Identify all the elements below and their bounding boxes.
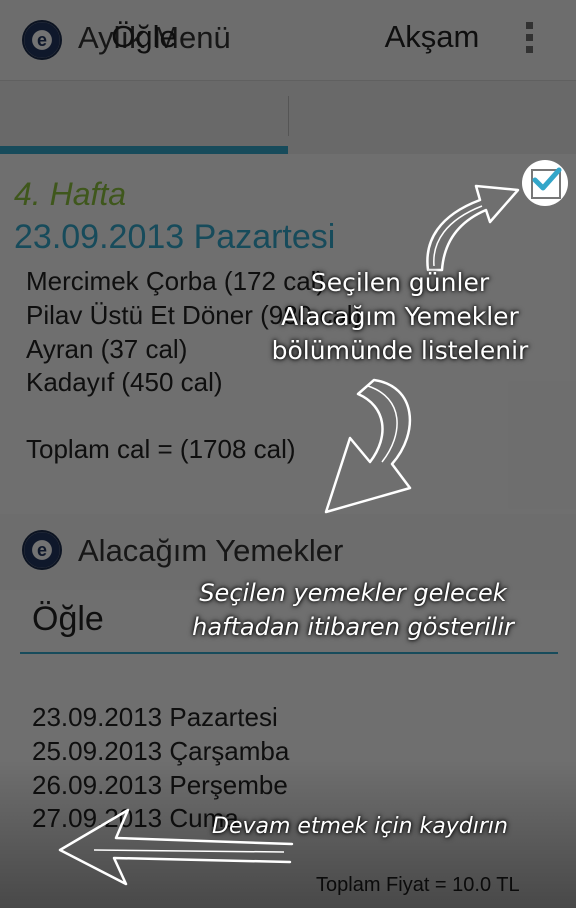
swipe-hint: Devam etmek için kaydırın — [212, 814, 508, 839]
total-price: Toplam Fiyat = 10.0 TL — [316, 874, 520, 896]
section-title: Öğle — [32, 600, 104, 638]
tab-divider — [288, 96, 289, 136]
menu-item: Ayran (37 cal) — [26, 334, 188, 364]
tutorial-note-line: haftadan itibaren gösterilir — [192, 613, 514, 641]
tab-indicator — [0, 146, 288, 154]
menu-item: Kadayıf (450 cal) — [26, 367, 223, 397]
screen-title: Alacağım Yemekler — [78, 533, 344, 568]
checkmark-icon — [532, 167, 562, 191]
arrow-down-icon — [324, 378, 412, 514]
arrow-to-checkbox-icon — [426, 184, 520, 272]
tutorial-note-line: Alacağım Yemekler — [281, 302, 519, 331]
list-item: 23.09.2013 Pazartesi — [32, 702, 278, 732]
menu-date: 23.09.2013 Pazartesi — [14, 218, 336, 256]
tutorial-note-line: bölümünde listelenir — [271, 336, 529, 365]
list-item: 26.09.2013 Perşembe — [32, 770, 288, 800]
section-divider — [20, 652, 558, 654]
app-logo-icon: e — [22, 530, 62, 570]
list-item: 25.09.2013 Çarşamba — [32, 736, 290, 766]
tab-ogle[interactable]: Öğle — [0, 0, 288, 74]
tutorial-note-line: Seçilen günler — [310, 268, 490, 297]
week-label: 4. Hafta — [14, 176, 127, 212]
tab-aksam[interactable]: Akşam — [288, 0, 576, 74]
tutorial-note-selected-days: Seçilen günler Alacağım Yemekler bölümün… — [250, 266, 550, 368]
tutorial-note-line: Seçilen yemekler gelecek — [199, 579, 507, 607]
menu-total-calories: Toplam cal = (1708 cal) — [26, 434, 296, 464]
tutorial-note-next-week: Seçilen yemekler gelecek haftadan itibar… — [148, 576, 558, 644]
